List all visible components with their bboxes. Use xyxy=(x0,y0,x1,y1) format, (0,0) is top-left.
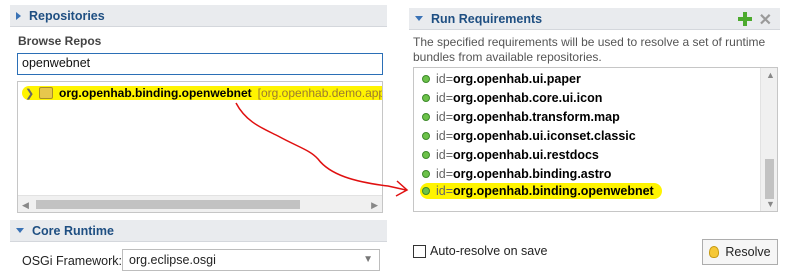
collapse-triangle-icon[interactable] xyxy=(16,228,24,233)
resolve-button[interactable]: Resolve xyxy=(702,239,778,265)
item-prefix: id= xyxy=(436,184,454,198)
run-requirements-header[interactable]: Run Requirements ✕ xyxy=(409,8,780,30)
repositories-header[interactable]: Repositories xyxy=(10,5,387,27)
lightbulb-icon xyxy=(709,246,720,258)
scrollbar-thumb[interactable] xyxy=(36,200,300,209)
vertical-scrollbar[interactable]: ▲ ▼ xyxy=(760,68,777,211)
repo-list[interactable]: ❯ org.openhab.binding.openwebnet [org.op… xyxy=(17,81,383,213)
item-value: org.openhab.ui.iconset.classic xyxy=(453,129,636,143)
list-item[interactable]: id= org.openhab.binding.astro xyxy=(422,165,611,183)
core-runtime-label: Core Runtime xyxy=(32,223,114,238)
auto-resolve-label: Auto-resolve on save xyxy=(430,244,548,258)
repo-search-input[interactable]: openwebnet xyxy=(17,53,383,75)
core-runtime-header[interactable]: Core Runtime xyxy=(10,220,387,242)
item-prefix: id= xyxy=(436,129,454,143)
bundle-status-icon xyxy=(422,187,430,195)
expand-triangle-icon[interactable] xyxy=(16,11,21,20)
scroll-up-icon[interactable]: ▲ xyxy=(766,70,775,80)
horizontal-scrollbar[interactable]: ◀ ▶ xyxy=(18,195,382,212)
remove-icon[interactable]: ✕ xyxy=(759,10,772,30)
bundle-icon xyxy=(39,87,53,99)
repositories-label: Repositories xyxy=(29,8,105,23)
scroll-right-icon[interactable]: ▶ xyxy=(371,200,378,211)
scrollbar-thumb[interactable] xyxy=(765,159,774,199)
repo-item-name: org.openhab.binding.openwebnet xyxy=(59,86,252,100)
list-item[interactable]: id= org.openhab.binding.openwebnet xyxy=(420,182,662,200)
auto-resolve-checkbox[interactable]: Auto-resolve on save xyxy=(413,244,547,258)
add-icon[interactable] xyxy=(738,12,752,26)
resolve-label: Resolve xyxy=(725,245,771,259)
osgi-framework-label: OSGi Framework: xyxy=(22,254,123,268)
highlight-mark: ❯ org.openhab.binding.openwebnet [org.op… xyxy=(22,86,383,100)
list-item[interactable]: id= org.openhab.ui.iconset.classic xyxy=(422,127,636,145)
item-value: org.openhab.core.ui.icon xyxy=(453,91,603,105)
bundle-status-icon xyxy=(422,113,430,121)
scroll-left-icon[interactable]: ◀ xyxy=(22,200,29,211)
bundle-status-icon xyxy=(422,151,430,159)
osgi-framework-select[interactable]: org.eclipse.osgi ▼ xyxy=(122,249,380,271)
bundle-status-icon xyxy=(422,170,430,178)
repo-item-extra: [org.openhab.demo.app ( xyxy=(257,86,383,100)
item-prefix: id= xyxy=(436,91,454,105)
item-value: org.openhab.binding.openwebnet xyxy=(453,184,654,198)
bundle-status-icon xyxy=(422,94,430,102)
item-prefix: id= xyxy=(436,167,454,181)
chevron-right-icon[interactable]: ❯ xyxy=(25,87,39,100)
item-prefix: id= xyxy=(436,148,454,162)
item-value: org.openhab.transform.map xyxy=(453,110,620,124)
list-item[interactable]: id= org.openhab.ui.restdocs xyxy=(422,146,599,164)
list-item[interactable]: ❯ org.openhab.binding.openwebnet [org.op… xyxy=(22,84,383,102)
bundle-status-icon xyxy=(422,75,430,83)
item-value: org.openhab.binding.astro xyxy=(453,167,612,181)
bundle-status-icon xyxy=(422,132,430,140)
collapse-triangle-icon[interactable] xyxy=(415,16,423,21)
item-value: org.openhab.ui.restdocs xyxy=(453,148,599,162)
run-requirements-description: The specified requirements will be used … xyxy=(413,35,766,64)
scroll-down-icon[interactable]: ▼ xyxy=(766,199,775,209)
item-value: org.openhab.ui.paper xyxy=(453,72,581,86)
item-prefix: id= xyxy=(436,110,454,124)
list-item[interactable]: id= org.openhab.transform.map xyxy=(422,108,620,126)
list-item[interactable]: id= org.openhab.ui.paper xyxy=(422,70,581,88)
browse-repos-label: Browse Repos xyxy=(18,34,102,48)
highlight-mark: id= org.openhab.binding.openwebnet xyxy=(420,183,662,199)
item-prefix: id= xyxy=(436,72,454,86)
chevron-down-icon[interactable]: ▼ xyxy=(363,254,373,265)
checkbox-box[interactable] xyxy=(413,244,426,258)
requirements-list[interactable]: id= org.openhab.ui.paper id= org.openhab… xyxy=(413,67,778,212)
list-item[interactable]: id= org.openhab.core.ui.icon xyxy=(422,89,602,107)
run-requirements-label: Run Requirements xyxy=(431,11,543,26)
